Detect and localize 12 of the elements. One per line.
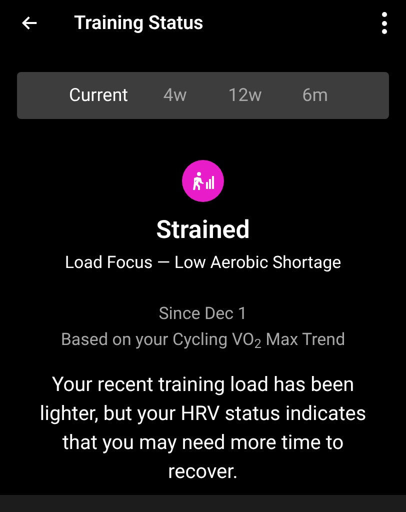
since-date-text: Since Dec 1	[158, 303, 248, 326]
status-name: Strained	[156, 216, 250, 246]
more-options-icon[interactable]	[380, 12, 388, 34]
period-tab[interactable]: 6m	[284, 78, 346, 113]
runner-bars-icon	[191, 171, 215, 191]
screen-title: Training Status	[74, 10, 204, 36]
period-tab[interactable]: 12w	[214, 78, 276, 113]
basis-text: Based on your Cycling VO$_{2}$ Max Trend	[60, 329, 346, 352]
period-tab[interactable]: 4w	[144, 78, 206, 113]
period-tab[interactable]: Current	[61, 78, 136, 113]
status-description: Your recent training load has been lighter, but your HRV status indicates that you may need more time to recover.	[38, 371, 368, 485]
load-focus-text: Load Focus — Low Aerobic Shortage	[64, 252, 342, 274]
